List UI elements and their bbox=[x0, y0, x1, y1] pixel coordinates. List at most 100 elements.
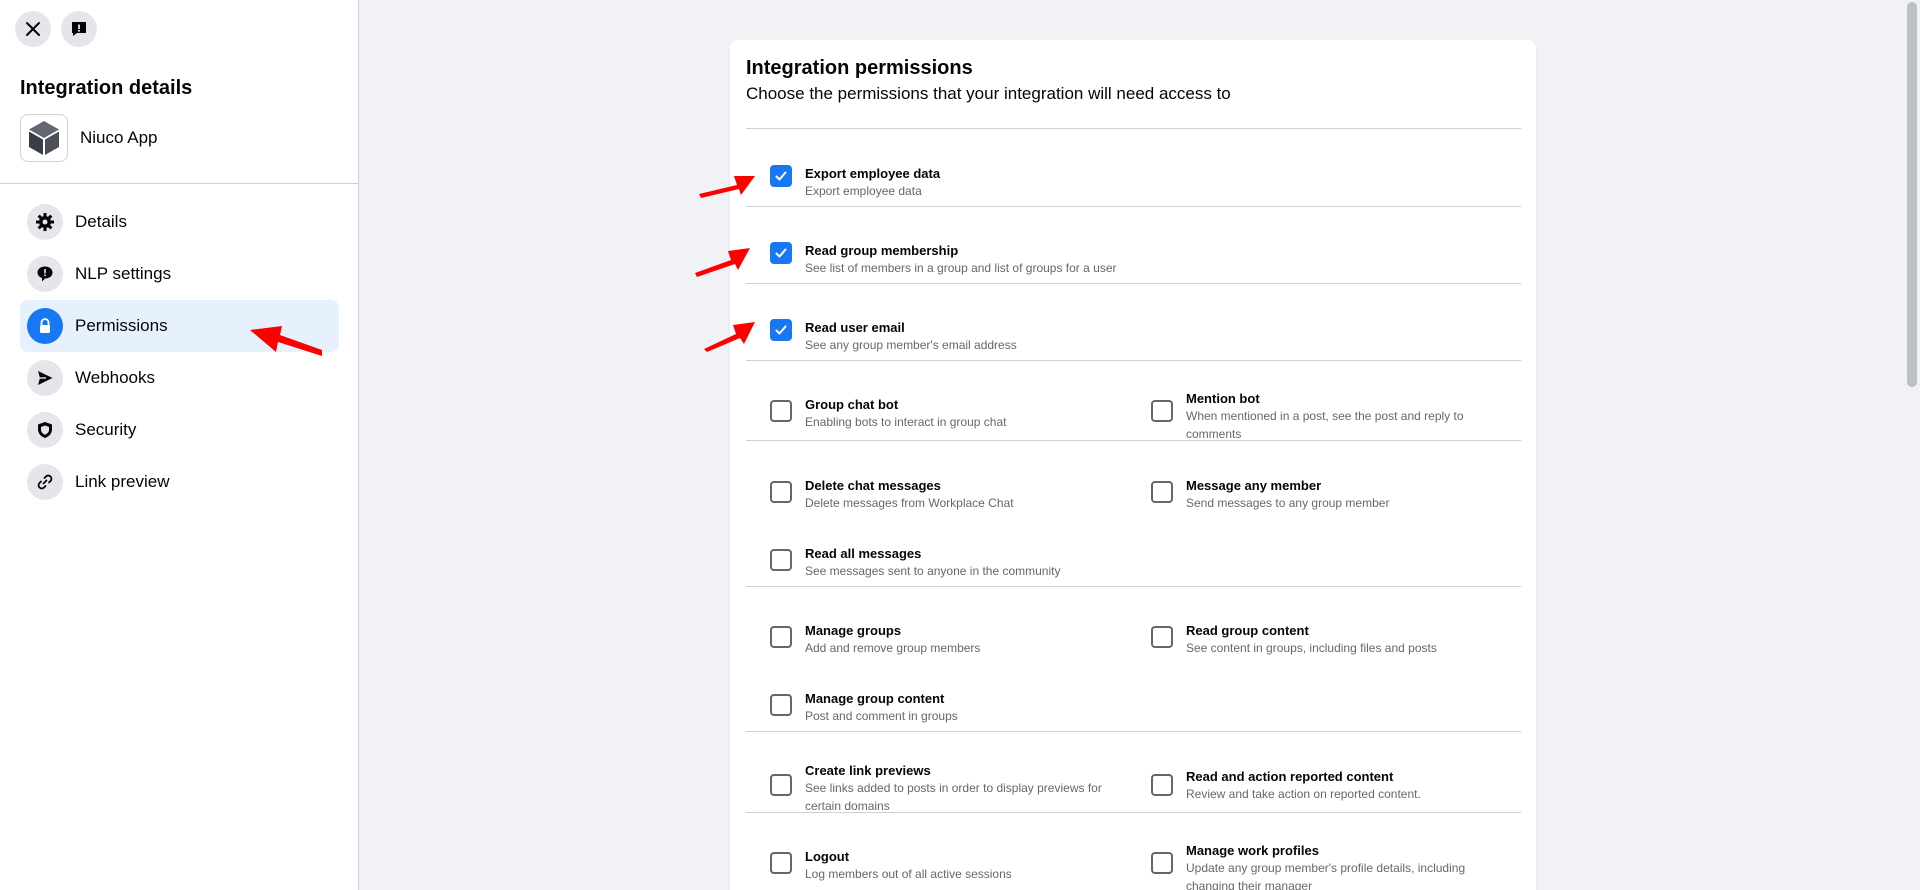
sidebar-item-link-preview[interactable]: Link preview bbox=[20, 456, 339, 508]
sidebar-item-label: Permissions bbox=[75, 316, 168, 335]
permission-checkbox[interactable] bbox=[770, 481, 792, 503]
permission-checkbox[interactable] bbox=[770, 165, 792, 187]
checkmark-icon bbox=[775, 248, 787, 258]
annotation-arrow-icon bbox=[695, 248, 750, 277]
checkmark-icon bbox=[775, 325, 787, 335]
permission-checkbox[interactable] bbox=[770, 400, 792, 422]
permission-title: Export employee data bbox=[805, 166, 941, 181]
permission-desc: See content in groups, including files a… bbox=[1186, 641, 1437, 655]
permission-title: Read all messages bbox=[805, 546, 922, 561]
page-title: Integration permissions bbox=[746, 57, 973, 79]
permission-checkbox[interactable] bbox=[770, 242, 792, 264]
permission-mention-bot: Mention bot When mentioned in a post, see… bbox=[1151, 390, 1486, 443]
permission-message-any-member: Message any member Send messages to any g… bbox=[1151, 477, 1389, 512]
permission-checkbox[interactable] bbox=[770, 694, 792, 716]
permission-checkbox[interactable] bbox=[770, 626, 792, 648]
divider bbox=[0, 183, 359, 184]
permission-title: Message any member bbox=[1186, 478, 1322, 493]
permission-export-employee-data: Export employee data Export employee data bbox=[770, 165, 940, 200]
divider bbox=[746, 812, 1521, 813]
send-icon bbox=[27, 360, 63, 396]
permission-checkbox[interactable] bbox=[1151, 481, 1173, 503]
shield-icon bbox=[27, 412, 63, 448]
divider bbox=[746, 206, 1521, 207]
permission-title: Delete chat messages bbox=[805, 478, 941, 493]
permission-checkbox[interactable] bbox=[1151, 774, 1173, 796]
permission-title: Manage groups bbox=[805, 623, 902, 638]
annotation-arrow-icon bbox=[699, 176, 755, 198]
scrollbar[interactable] bbox=[1904, 0, 1920, 890]
permission-logout: Logout Log members out of all active sess… bbox=[770, 848, 1012, 883]
permission-title: Read group membership bbox=[805, 243, 959, 258]
feedback-button[interactable] bbox=[61, 11, 97, 47]
permission-checkbox[interactable] bbox=[770, 852, 792, 874]
permission-desc: Update any group member's profile detail… bbox=[1186, 861, 1466, 890]
permission-read-group-membership: Read group membership See list of members… bbox=[770, 242, 1117, 277]
permission-desc: Export employee data bbox=[805, 184, 922, 198]
permission-desc: See messages sent to anyone in the commu… bbox=[805, 564, 1061, 578]
permission-manage-group-content: Manage group content Post and comment in … bbox=[770, 690, 958, 725]
permission-desc: Review and take action on reported conte… bbox=[1186, 787, 1421, 801]
divider bbox=[746, 360, 1521, 361]
close-icon bbox=[26, 22, 40, 36]
comment-alert-icon bbox=[27, 256, 63, 292]
permission-read-and-action-reported-content: Read and action reported content Review a… bbox=[1151, 768, 1421, 803]
permission-desc: Log members out of all active sessions bbox=[805, 867, 1012, 881]
permission-desc: See list of members in a group and list … bbox=[805, 261, 1117, 275]
divider bbox=[746, 586, 1521, 587]
permission-checkbox[interactable] bbox=[1151, 852, 1173, 874]
sidebar-item-label: Webhooks bbox=[75, 368, 156, 387]
permission-title: Read and action reported content bbox=[1186, 769, 1394, 784]
permission-delete-chat-messages: Delete chat messages Delete messages from… bbox=[770, 477, 1014, 512]
permission-title: Read group content bbox=[1186, 623, 1309, 638]
sidebar-title: Integration details bbox=[20, 77, 193, 99]
app-info: Niuco App bbox=[20, 114, 158, 162]
app-logo-icon bbox=[20, 114, 68, 162]
permission-checkbox[interactable] bbox=[770, 549, 792, 571]
permission-title: Read user email bbox=[805, 320, 905, 335]
permission-desc: When mentioned in a post, see the post a… bbox=[1186, 409, 1464, 441]
permission-title: Group chat bot bbox=[805, 397, 899, 412]
permission-title: Mention bot bbox=[1186, 391, 1260, 406]
divider bbox=[746, 731, 1521, 732]
permission-checkbox[interactable] bbox=[770, 774, 792, 796]
permission-read-user-email: Read user email See any group member's em… bbox=[770, 319, 1017, 354]
permission-desc: Delete messages from Workplace Chat bbox=[805, 496, 1014, 510]
divider bbox=[746, 283, 1521, 284]
feedback-icon bbox=[72, 22, 86, 36]
scrollbar-thumb[interactable] bbox=[1907, 2, 1917, 387]
permission-manage-work-profiles: Manage work profiles Update any group mem… bbox=[1151, 842, 1486, 890]
sidebar-item-label: Security bbox=[75, 420, 137, 439]
permission-manage-groups: Manage groups Add and remove group member… bbox=[770, 622, 980, 657]
permissions-card: Integration permissions Choose the permi… bbox=[730, 40, 1536, 890]
permission-title: Manage work profiles bbox=[1186, 843, 1319, 858]
sidebar-item-label: Details bbox=[75, 212, 127, 231]
app-name: Niuco App bbox=[80, 128, 158, 147]
sidebar-item-security[interactable]: Security bbox=[20, 404, 339, 456]
lock-icon bbox=[27, 308, 63, 344]
sidebar-item-details[interactable]: Details bbox=[20, 196, 339, 248]
permission-checkbox[interactable] bbox=[770, 319, 792, 341]
permission-title: Logout bbox=[805, 849, 850, 864]
permission-read-all-messages: Read all messages See messages sent to an… bbox=[770, 545, 1060, 580]
close-button[interactable] bbox=[15, 11, 51, 47]
annotation-arrow-icon bbox=[250, 326, 322, 356]
page-subtitle: Choose the permissions that your integra… bbox=[746, 84, 1231, 103]
permission-desc: Post and comment in groups bbox=[805, 709, 958, 723]
sidebar-item-label: Link preview bbox=[75, 472, 170, 491]
permission-checkbox[interactable] bbox=[1151, 626, 1173, 648]
permission-create-link-previews: Create link previews See links added to p… bbox=[770, 762, 1115, 815]
link-icon bbox=[27, 464, 63, 500]
sidebar: Integration details Niuco App Details NL… bbox=[0, 0, 359, 890]
sidebar-item-label: NLP settings bbox=[75, 264, 172, 283]
gear-icon bbox=[27, 204, 63, 240]
permission-desc: Enabling bots to interact in group chat bbox=[805, 415, 1007, 429]
sidebar-item-nlp-settings[interactable]: NLP settings bbox=[20, 248, 339, 300]
checkmark-icon bbox=[775, 171, 787, 181]
permission-desc: See any group member's email address bbox=[805, 338, 1017, 352]
permission-title: Manage group content bbox=[805, 691, 945, 706]
permission-checkbox[interactable] bbox=[1151, 400, 1173, 422]
permission-desc: Send messages to any group member bbox=[1186, 496, 1390, 510]
divider bbox=[746, 440, 1521, 441]
permission-desc: Add and remove group members bbox=[805, 641, 981, 655]
